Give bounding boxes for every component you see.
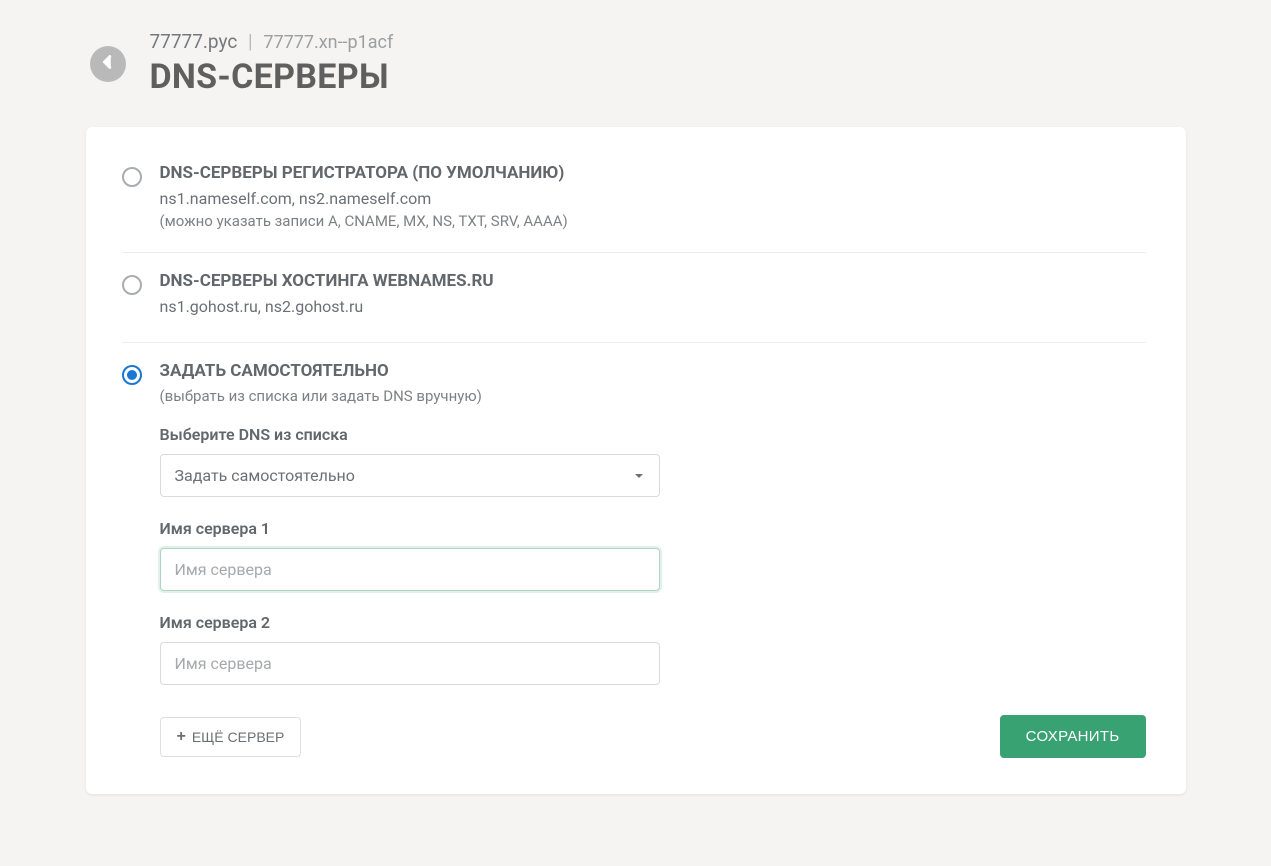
server1-input[interactable] [160,548,660,591]
radio-icon [122,275,142,295]
dns-select-label: Выберите DNS из списка [160,425,1146,444]
option-registrar-dns[interactable]: DNS-СЕРВЕРЫ РЕГИСТРАТОРА (ПО УМОЛЧАНИЮ) … [122,163,1146,253]
server2-input[interactable] [160,642,660,685]
option-hosting-dns[interactable]: DNS-СЕРВЕРЫ ХОСТИНГА WEBNAMES.RU ns1.goh… [122,253,1146,343]
domain-primary: 77777.рус [150,30,238,53]
option-servers: ns1.gohost.ru, ns2.gohost.ru [160,297,1146,316]
dns-settings-card: DNS-СЕРВЕРЫ РЕГИСТРАТОРА (ПО УМОЛЧАНИЮ) … [86,127,1186,794]
arrow-left-icon [97,51,119,77]
server1-label: Имя сервера 1 [160,519,1146,538]
back-button[interactable] [90,46,126,82]
add-server-button[interactable]: + ЕЩЁ СЕРВЕР [160,717,302,757]
option-title: DNS-СЕРВЕРЫ РЕГИСТРАТОРА (ПО УМОЛЧАНИЮ) [160,163,1146,183]
radio-icon [122,167,142,187]
add-server-label: ЕЩЁ СЕРВЕР [192,729,285,745]
option-title: ЗАДАТЬ САМОСТОЯТЕЛЬНО [160,361,1146,381]
domain-separator: | [248,30,253,53]
plus-icon: + [177,728,186,746]
option-hint: (выбрать из списка или задать DNS вручну… [160,387,1146,405]
radio-icon [122,365,142,385]
dns-radio-group: DNS-СЕРВЕРЫ РЕГИСТРАТОРА (ПО УМОЛЧАНИЮ) … [122,163,1146,417]
option-hint: (можно указать записи A, CNAME, MX, NS, … [160,212,1146,230]
option-custom-dns[interactable]: ЗАДАТЬ САМОСТОЯТЕЛЬНО (выбрать из списка… [122,343,1146,417]
domain-secondary: 77777.xn--p1acf [263,32,393,53]
save-button[interactable]: СОХРАНИТЬ [1000,715,1146,758]
option-servers: ns1.nameself.com, ns2.nameself.com [160,189,1146,208]
breadcrumb: 77777.рус | 77777.xn--p1acf [150,30,1186,53]
custom-dns-form: Выберите DNS из списка Задать самостояте… [122,417,1146,758]
server2-label: Имя сервера 2 [160,613,1146,632]
page-title: DNS-СЕРВЕРЫ [150,57,1186,97]
option-title: DNS-СЕРВЕРЫ ХОСТИНГА WEBNAMES.RU [160,271,1146,291]
dns-select[interactable]: Задать самостоятельно [160,454,660,497]
